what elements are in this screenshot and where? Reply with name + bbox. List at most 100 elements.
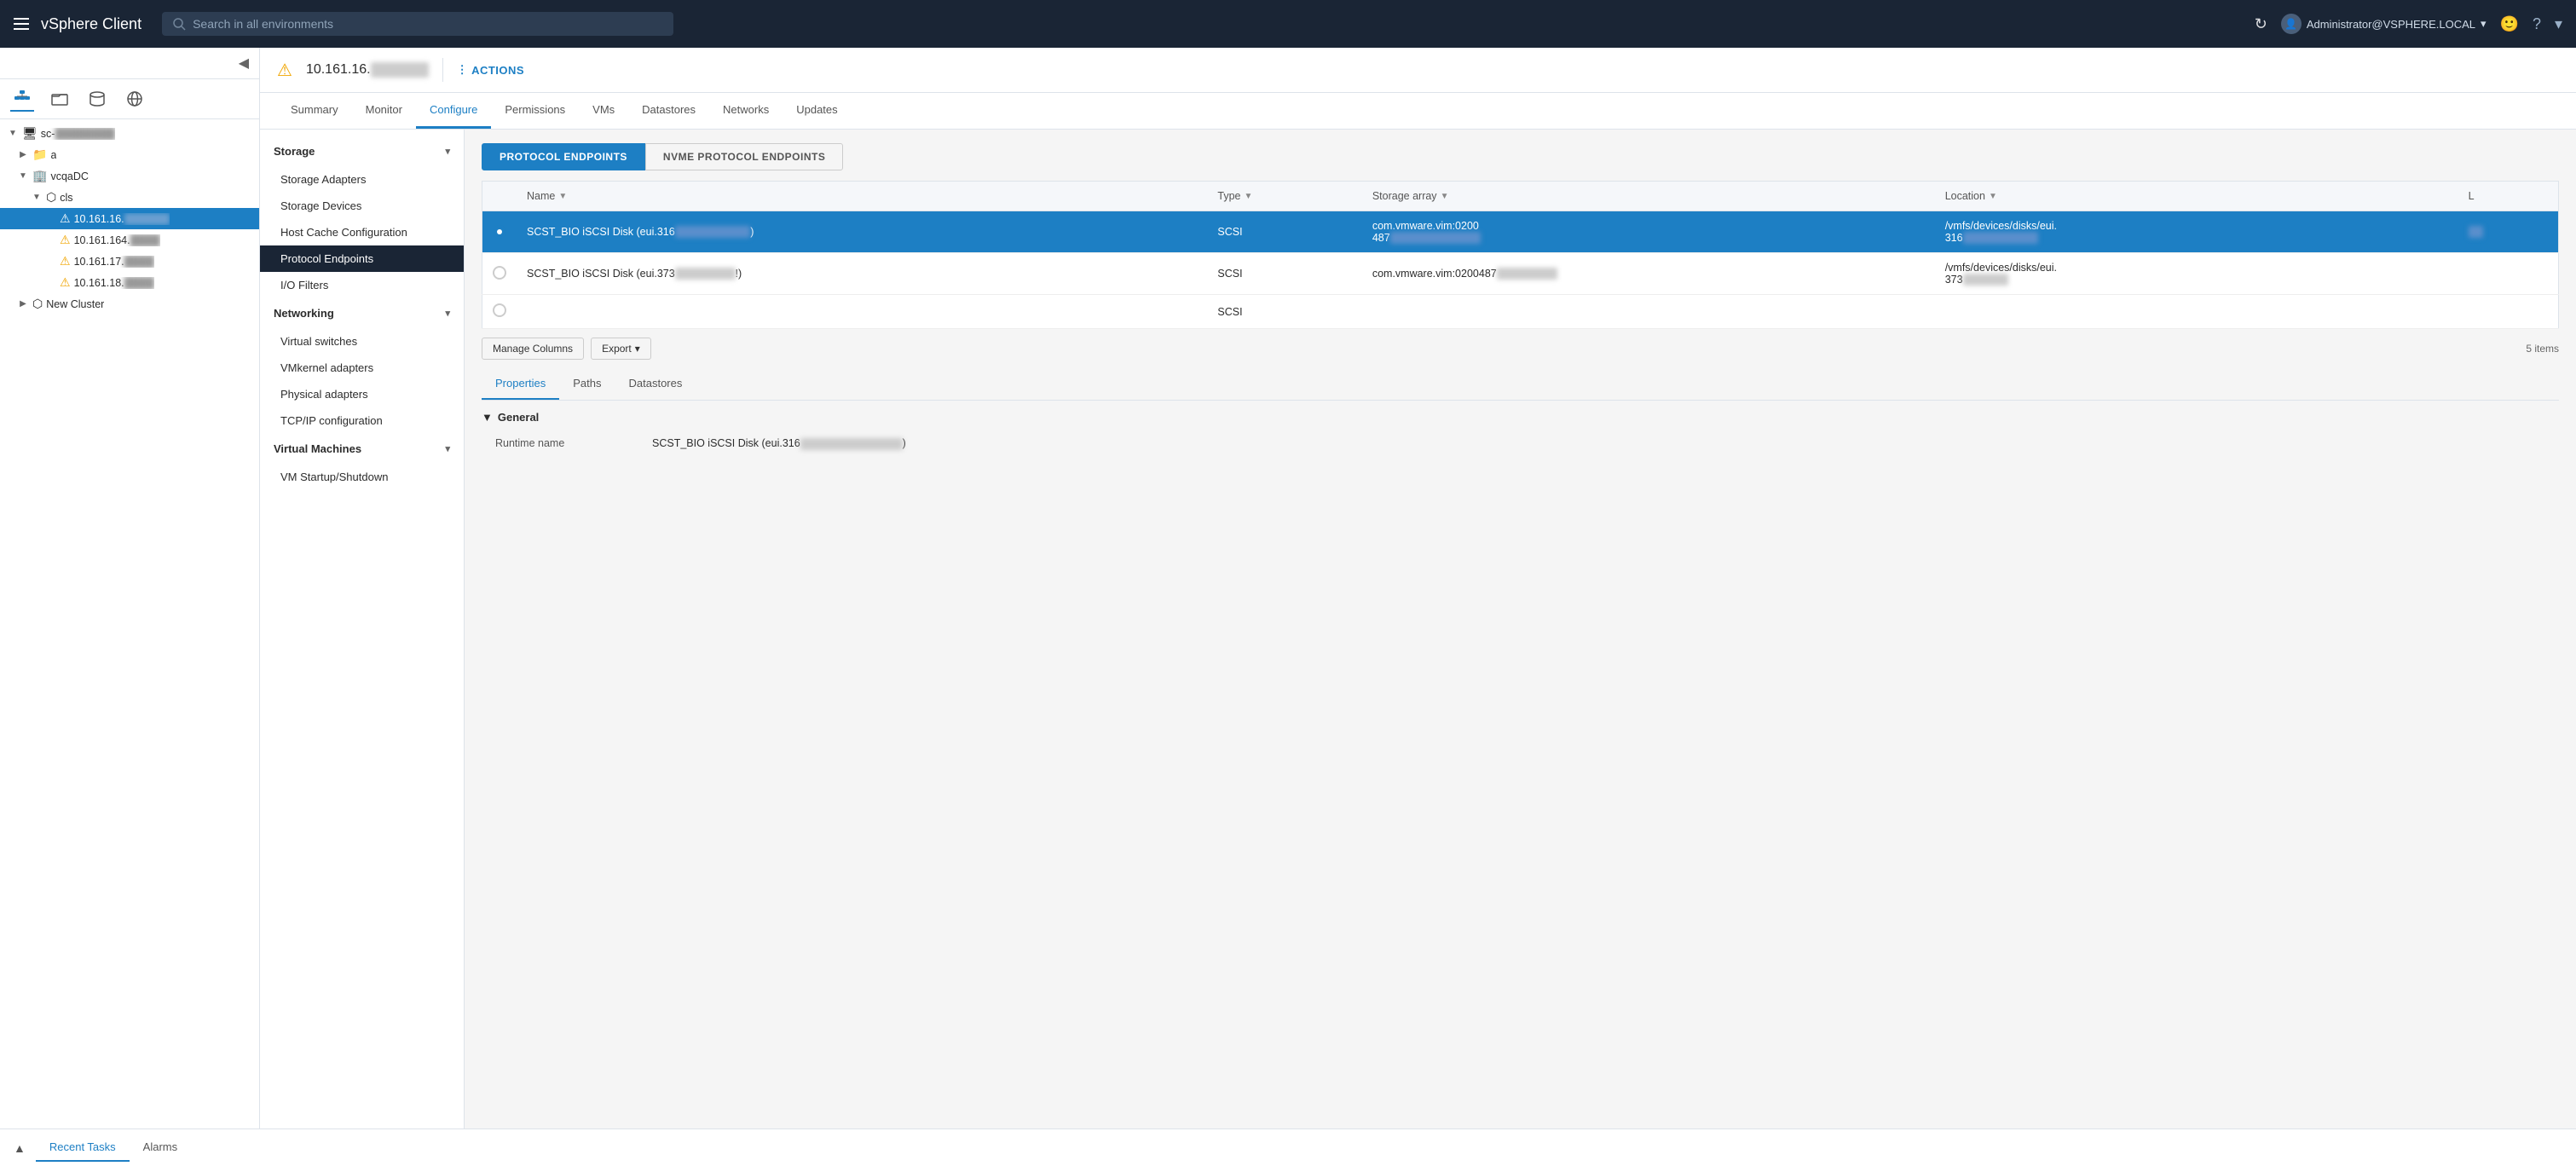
th-l[interactable]: L — [2458, 182, 2559, 211]
config-item-tcpip[interactable]: TCP/IP configuration — [260, 407, 464, 434]
config-item-storage-devices[interactable]: Storage Devices — [260, 193, 464, 219]
config-panel: Storage ▾ Storage Adapters Storage Devic… — [260, 130, 465, 1128]
sidebar-item-vcqaDC[interactable]: ▼ 🏢 vcqaDC — [0, 165, 259, 187]
vms-chevron-icon: ▾ — [445, 443, 450, 454]
table-row[interactable]: SCST_BIO iSCSI Disk (eui.373████████!) S… — [482, 253, 2559, 295]
tree-toggle[interactable]: ▼ — [17, 171, 29, 181]
row-radio-1[interactable] — [482, 211, 517, 253]
row-l-1: ██ — [2458, 211, 2559, 253]
row-radio-2[interactable] — [482, 253, 517, 295]
sidebar-item-cls[interactable]: ▼ ⬡ cls — [0, 187, 259, 208]
config-item-io-filters[interactable]: I/O Filters — [260, 272, 464, 298]
row-type-2: SCSI — [1207, 253, 1361, 295]
tab-datastores[interactable]: Datastores — [628, 93, 709, 129]
config-section-networking[interactable]: Networking ▾ — [260, 298, 464, 328]
detail-tab-paths[interactable]: Paths — [559, 368, 615, 400]
tree-toggle[interactable]: ▶ — [17, 150, 29, 159]
sidebar-label-a: a — [50, 149, 56, 161]
collapse-sidebar-button[interactable]: ◀ — [239, 55, 249, 72]
folders-view-button[interactable] — [48, 87, 72, 111]
sidebar-item-host2[interactable]: ⚠ 10.161.164.████ — [0, 229, 259, 251]
row-storage-array-3 — [1362, 295, 1935, 329]
general-header[interactable]: ▼ General — [482, 411, 2559, 424]
actions-dots-icon: ⋮ — [457, 63, 469, 77]
tab-networks[interactable]: Networks — [709, 93, 783, 129]
tree-toggle[interactable]: ▼ — [31, 193, 43, 202]
th-location[interactable]: Location ▼ — [1935, 182, 2458, 211]
nav-right: ↻ 👤 Administrator@VSPHERE.LOCAL ▾ 🙂 ? ▾ — [2255, 14, 2562, 34]
sidebar-label-host4: 10.161.18.████ — [74, 277, 155, 289]
detail-panel: Properties Paths Datastores ▼ General Ru… — [465, 368, 2576, 469]
sidebar-item-a[interactable]: ▶ 📁 a — [0, 144, 259, 165]
row-type-3: SCSI — [1207, 295, 1361, 329]
sidebar-label-host3: 10.161.17.████ — [74, 256, 155, 268]
type-filter-icon[interactable]: ▼ — [1245, 192, 1253, 201]
tab-nvme-protocol-endpoints[interactable]: NVME PROTOCOL ENDPOINTS — [645, 143, 843, 170]
detail-tab-datastores[interactable]: Datastores — [615, 368, 696, 400]
hamburger-menu[interactable] — [14, 18, 29, 30]
radio-unselected-icon[interactable] — [493, 266, 506, 280]
row-l-3 — [2458, 295, 2559, 329]
bottom-tab-alarms[interactable]: Alarms — [130, 1134, 191, 1162]
row-radio-3[interactable] — [482, 295, 517, 329]
help-button[interactable]: ? — [2533, 15, 2541, 33]
storage-view-button[interactable] — [85, 87, 109, 111]
config-item-protocol-endpoints[interactable]: Protocol Endpoints — [260, 245, 464, 272]
content-header: ⚠ 10.161.16.██████ ⋮ ACTIONS — [260, 48, 2576, 93]
tree-toggle[interactable]: ▼ — [7, 129, 19, 138]
tab-summary[interactable]: Summary — [277, 93, 352, 129]
help-expand-icon[interactable]: ▾ — [2555, 15, 2562, 33]
search-bar[interactable]: Search in all environments — [162, 12, 673, 36]
name-filter-icon[interactable]: ▼ — [558, 192, 567, 201]
config-item-physical-adapters[interactable]: Physical adapters — [260, 381, 464, 407]
sidebar-item-host1[interactable]: ⚠ 10.161.16.██████ — [0, 208, 259, 229]
tab-permissions[interactable]: Permissions — [491, 93, 579, 129]
tab-monitor[interactable]: Monitor — [352, 93, 416, 129]
radio-selected-icon[interactable] — [493, 225, 506, 239]
sidebar-item-sc[interactable]: ▼ 🖥 sc-████████ — [0, 123, 259, 144]
row-location-2: /vmfs/devices/disks/eui.373██████ — [1935, 253, 2458, 295]
config-item-host-cache[interactable]: Host Cache Configuration — [260, 219, 464, 245]
config-item-virtual-switches[interactable]: Virtual switches — [260, 328, 464, 355]
detail-tab-properties[interactable]: Properties — [482, 368, 559, 400]
config-item-vmkernel-adapters[interactable]: VMkernel adapters — [260, 355, 464, 381]
host-header-icon: ⚠ — [277, 60, 292, 81]
th-storage-array[interactable]: Storage array ▼ — [1362, 182, 1935, 211]
smiley-button[interactable]: 🙂 — [2500, 15, 2519, 33]
config-item-vm-startup[interactable]: VM Startup/Shutdown — [260, 464, 464, 490]
export-button[interactable]: Export ▾ — [591, 338, 651, 360]
sidebar-item-host3[interactable]: ⚠ 10.161.17.████ — [0, 251, 259, 272]
tab-vms[interactable]: VMs — [579, 93, 628, 129]
radio-unselected-icon3[interactable] — [493, 303, 506, 317]
table-row[interactable]: SCST_BIO iSCSI Disk (eui.316 ██████████ … — [482, 211, 2559, 253]
th-type[interactable]: Type ▼ — [1207, 182, 1361, 211]
user-menu[interactable]: 👤 Administrator@VSPHERE.LOCAL ▾ — [2281, 14, 2486, 34]
config-section-storage[interactable]: Storage ▾ — [260, 136, 464, 166]
refresh-button[interactable]: ↻ — [2255, 15, 2267, 33]
th-name[interactable]: Name ▼ — [517, 182, 1207, 211]
config-section-vms[interactable]: Virtual Machines ▾ — [260, 434, 464, 464]
location-filter-icon[interactable]: ▼ — [1989, 192, 1997, 201]
bottom-toggle-button[interactable]: ▲ — [14, 1141, 26, 1155]
tree-toggle[interactable]: ▶ — [17, 299, 29, 309]
tab-configure[interactable]: Configure — [416, 93, 491, 129]
tab-updates[interactable]: Updates — [783, 93, 851, 129]
host-warning-icon4: ⚠ — [60, 275, 71, 290]
tab-protocol-endpoints[interactable]: PROTOCOL ENDPOINTS — [482, 143, 645, 170]
row-name-1: SCST_BIO iSCSI Disk (eui.316 ██████████ … — [517, 211, 1207, 253]
hierarchy-view-button[interactable] — [10, 86, 34, 112]
main-container: ◀ — [0, 48, 2576, 1128]
general-title: General — [498, 411, 539, 424]
vcenter-icon: 🖥 — [22, 126, 38, 141]
network-view-button[interactable] — [123, 87, 147, 111]
sidebar-header: ◀ — [0, 48, 259, 79]
actions-button[interactable]: ⋮ ACTIONS — [457, 63, 525, 77]
sidebar-item-new-cluster[interactable]: ▶ ⬡ New Cluster — [0, 293, 259, 315]
sidebar-item-host4[interactable]: ⚠ 10.161.18.████ — [0, 272, 259, 293]
config-item-storage-adapters[interactable]: Storage Adapters — [260, 166, 464, 193]
storage-array-filter-icon[interactable]: ▼ — [1441, 192, 1449, 201]
manage-columns-button[interactable]: Manage Columns — [482, 338, 584, 360]
table-row[interactable]: SCSI — [482, 295, 2559, 329]
bottom-tab-recent-tasks[interactable]: Recent Tasks — [36, 1134, 130, 1162]
sidebar-label-cls: cls — [60, 192, 72, 204]
